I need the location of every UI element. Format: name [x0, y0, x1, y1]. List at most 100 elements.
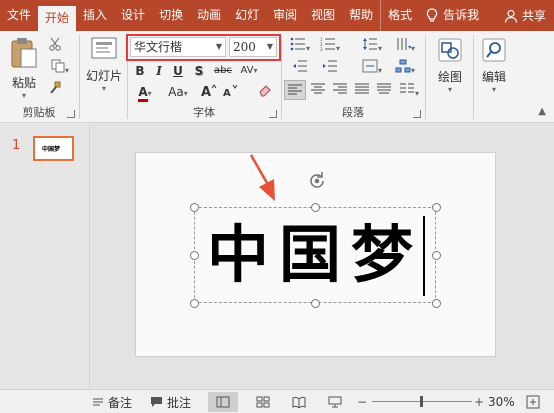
- notes-button[interactable]: 备注: [92, 393, 132, 411]
- align-right-button[interactable]: [330, 82, 350, 100]
- grow-font-button[interactable]: A: [200, 83, 218, 101]
- tab-view[interactable]: 视图: [304, 0, 342, 31]
- align-center-button[interactable]: [308, 82, 328, 100]
- tab-design[interactable]: 设计: [114, 0, 152, 31]
- tab-review[interactable]: 审阅: [266, 0, 304, 31]
- resize-handle[interactable]: [190, 251, 199, 260]
- font-launcher-icon[interactable]: [269, 110, 277, 118]
- share-button[interactable]: 共享: [504, 7, 554, 24]
- paragraph-group: ▾ 1 2 3 ▾ ▾ ▾ ▾ ▾ ▾ 段落: [282, 31, 424, 123]
- cut-button[interactable]: [46, 37, 64, 55]
- slides-group: 幻灯片 ▾: [80, 31, 126, 123]
- tab-slideshow[interactable]: 幻灯: [228, 0, 266, 31]
- align-text-icon: [362, 59, 378, 73]
- bullet-list-icon: [290, 37, 305, 51]
- chevron-down-icon: ▾: [447, 85, 452, 94]
- slide-sorter-button[interactable]: [248, 392, 278, 412]
- paste-button[interactable]: 粘贴 ▾: [6, 37, 42, 100]
- zoom-out-button[interactable]: −: [357, 393, 367, 411]
- shapes-icon: [438, 38, 462, 62]
- clear-formatting-button[interactable]: [256, 83, 274, 101]
- slide-thumbnail-pane: 1 中国梦: [0, 124, 90, 389]
- lightbulb-icon: [427, 8, 438, 22]
- rotate-handle-icon[interactable]: [306, 170, 328, 192]
- highlight-box: [126, 34, 281, 61]
- slide-title-text[interactable]: 中国梦: [207, 210, 423, 300]
- new-slide-icon: [91, 37, 117, 59]
- tab-help[interactable]: 帮助: [342, 0, 380, 31]
- clipboard-launcher-icon[interactable]: [67, 110, 75, 118]
- tab-transitions[interactable]: 切换: [152, 0, 190, 31]
- paragraph-launcher-icon[interactable]: [413, 110, 421, 118]
- line-spacing-button[interactable]: ▾: [358, 37, 386, 57]
- arrow-annotation-icon: [249, 154, 275, 201]
- increase-indent-button[interactable]: [316, 59, 344, 77]
- char-spacing-label: AV: [240, 65, 254, 76]
- paragraph-group-label: 段落: [342, 106, 364, 119]
- reading-view-button[interactable]: [284, 392, 314, 412]
- comments-button[interactable]: 批注: [150, 393, 191, 411]
- slide-editor: 中国梦: [91, 124, 554, 389]
- distribute-button[interactable]: [374, 82, 394, 100]
- fit-to-window-button[interactable]: [526, 393, 540, 411]
- resize-handle[interactable]: [432, 203, 441, 212]
- comment-icon: [151, 397, 162, 407]
- italic-button[interactable]: I: [150, 62, 168, 80]
- resize-handle[interactable]: [432, 251, 441, 260]
- underline-button[interactable]: U: [169, 62, 187, 80]
- svg-text:3: 3: [320, 47, 323, 51]
- justify-button[interactable]: [352, 82, 372, 100]
- convert-smartart-button[interactable]: ▾: [390, 59, 420, 79]
- slideshow-button[interactable]: [320, 392, 350, 412]
- slide-number: 1: [12, 138, 21, 153]
- decrease-indent-button[interactable]: [286, 59, 314, 77]
- shrink-font-button[interactable]: A: [222, 83, 240, 101]
- drawing-label: 绘图: [437, 70, 462, 84]
- normal-view-button[interactable]: [208, 392, 238, 412]
- zoom-level[interactable]: 30%: [488, 393, 515, 411]
- tab-animations[interactable]: 动画: [190, 0, 228, 31]
- bullets-button[interactable]: ▾: [286, 37, 314, 57]
- tab-file[interactable]: 文件: [0, 0, 38, 31]
- slide[interactable]: 中国梦: [135, 152, 496, 357]
- ribbon: 粘贴 ▾ ▾ 剪贴板 幻灯片 ▾ 华文行楷 ▼ 200 ▼ B I U S ab…: [0, 31, 554, 123]
- tab-format[interactable]: 格式: [380, 0, 419, 31]
- format-painter-button[interactable]: [46, 81, 64, 99]
- tell-me-box[interactable]: 告诉我: [419, 0, 486, 31]
- chevron-down-icon: ▾: [101, 84, 106, 93]
- editing-button[interactable]: 编辑 ▾: [474, 37, 514, 94]
- drawing-button[interactable]: 绘图 ▾: [430, 37, 470, 94]
- align-left-button[interactable]: [284, 80, 306, 100]
- change-case-button[interactable]: Aa▾: [163, 83, 193, 101]
- align-center-icon: [311, 83, 325, 94]
- title-textbox[interactable]: 中国梦: [190, 172, 441, 308]
- align-text-button[interactable]: ▾: [358, 59, 386, 79]
- bold-button[interactable]: B: [131, 62, 149, 80]
- zoom-in-button[interactable]: +: [474, 393, 484, 411]
- text-direction-icon: [397, 38, 411, 50]
- slide-thumbnail[interactable]: 中国梦: [33, 136, 74, 161]
- tab-home[interactable]: 开始: [38, 6, 77, 31]
- numbered-list-icon: 123: [320, 37, 335, 52]
- resize-handle[interactable]: [311, 299, 320, 308]
- text-shadow-button[interactable]: S: [190, 62, 208, 80]
- text-direction-button[interactable]: ▾: [390, 37, 420, 57]
- new-slide-button[interactable]: 幻灯片 ▾: [84, 37, 124, 93]
- resize-handle[interactable]: [311, 203, 320, 212]
- resize-handle[interactable]: [190, 299, 199, 308]
- char-spacing-button[interactable]: AV▾: [236, 62, 262, 80]
- person-icon: [504, 9, 518, 23]
- comments-label: 批注: [167, 395, 192, 410]
- justify-icon: [355, 83, 369, 94]
- tab-insert[interactable]: 插入: [76, 0, 114, 31]
- zoom-slider-thumb[interactable]: [420, 396, 423, 407]
- font-color-button[interactable]: A▾: [131, 83, 159, 102]
- numbering-button[interactable]: 1 2 3 ▾: [316, 37, 344, 57]
- strikethrough-button[interactable]: abc: [212, 62, 234, 80]
- resize-handle[interactable]: [432, 299, 441, 308]
- copy-button[interactable]: ▾: [46, 59, 74, 79]
- collapse-ribbon-icon[interactable]: ▲: [538, 106, 546, 117]
- paintbrush-icon: [50, 81, 61, 94]
- resize-handle[interactable]: [190, 203, 199, 212]
- columns-button[interactable]: ▾: [396, 82, 422, 102]
